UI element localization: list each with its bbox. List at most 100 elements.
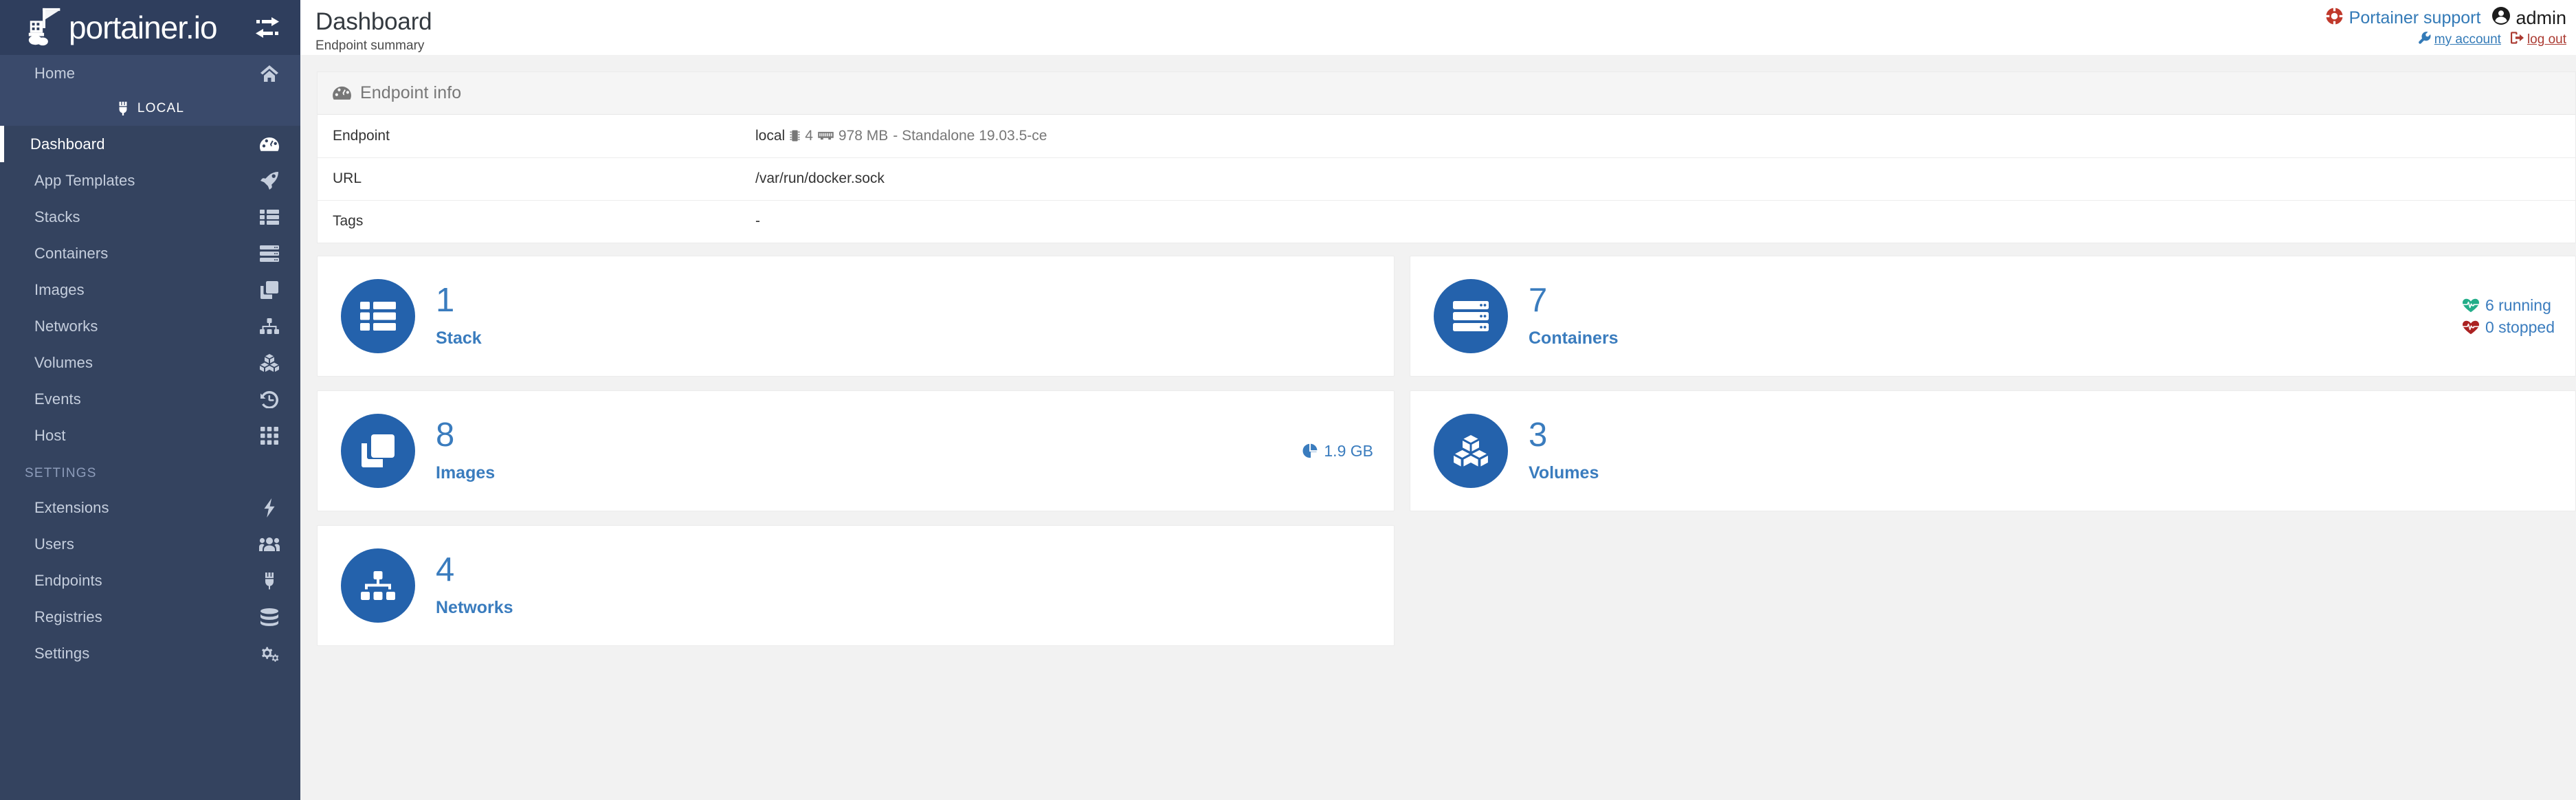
history-icon — [259, 390, 280, 409]
sidebar-item-dashboard[interactable]: Dashboard — [0, 126, 300, 162]
dashboard-icon — [259, 135, 280, 154]
clone-icon — [341, 414, 415, 488]
sidebar-item-stacks[interactable]: Stacks — [0, 199, 300, 235]
url-row-value: /var/run/docker.sock — [755, 170, 885, 186]
card-slot-empty — [1410, 518, 2576, 653]
my-account-link[interactable]: my account — [2418, 32, 2501, 48]
containers-running-label: 6 running — [2485, 296, 2551, 314]
containers-running-status: 6 running — [2462, 296, 2551, 315]
log-out-link[interactable]: log out — [2510, 32, 2566, 48]
stat-card-aside: 1.9 GB — [1302, 442, 1373, 460]
cards-column-right: 7 Containers 6 running 0 stopped 3 Volum… — [1410, 249, 2576, 653]
plug-icon — [116, 101, 130, 116]
sidebar-menu: Dashboard App Templates Stacks Container… — [0, 126, 300, 800]
top-bar-secondary-row: my account log out — [2418, 32, 2566, 48]
endpoint-row-key: Endpoint — [333, 127, 390, 144]
stat-card-containers[interactable]: 7 Containers 6 running 0 stopped — [1410, 256, 2576, 377]
sidebar-item-label: App Templates — [34, 171, 135, 189]
page-heading: Dashboard Endpoint summary — [315, 8, 432, 54]
cubes-icon — [1434, 414, 1508, 488]
brand-logo-link[interactable]: portainer.io — [25, 6, 247, 49]
sidebar-item-users[interactable]: Users — [0, 526, 300, 562]
stat-card-volumes[interactable]: 3 Volumes — [1410, 390, 2576, 511]
sidebar-item-networks[interactable]: Networks — [0, 308, 300, 344]
containers-stopped-status: 0 stopped — [2462, 318, 2555, 337]
top-bar-right: Portainer support admin my account log o… — [2326, 7, 2566, 48]
sidebar-item-app-templates[interactable]: App Templates — [0, 162, 300, 199]
endpoint-info-panel: Endpoint info Endpoint local 4 978 MB - … — [317, 71, 2576, 243]
stat-card-stack[interactable]: 1 Stack — [317, 256, 1395, 377]
stat-card-count: 7 — [1529, 282, 1548, 319]
user-circle-icon — [2492, 7, 2511, 30]
stat-card-label: Stack — [436, 329, 482, 348]
sidebar-item-events[interactable]: Events — [0, 381, 300, 417]
portainer-logo-icon — [25, 6, 67, 49]
stat-card-text: 4 Networks — [436, 553, 513, 618]
stat-card-networks[interactable]: 4 Networks — [317, 525, 1395, 646]
rocket-icon — [259, 171, 280, 190]
stat-card-images[interactable]: 8 Images 1.9 GB — [317, 390, 1395, 511]
cogs-icon — [259, 644, 280, 663]
database-icon — [259, 608, 280, 627]
endpoint-row-value: local 4 978 MB - Standalone 19.03.5-ce — [740, 115, 2575, 157]
pie-chart-icon — [1302, 443, 1318, 458]
sidebar-item-label: Settings — [34, 644, 90, 662]
plug-icon — [259, 571, 280, 590]
portainer-support-link[interactable]: Portainer support — [2326, 7, 2480, 30]
stat-card-text: 3 Volumes — [1529, 419, 1599, 483]
collapse-arrows-icon[interactable] — [254, 14, 281, 41]
stat-card-count: 4 — [436, 551, 455, 588]
dashboard-cards: 1 Stack 8 Images 1.9 GB 4 Networks 7 Con… — [317, 249, 2576, 653]
table-row: Tags - — [318, 200, 2575, 243]
sidebar-item-extensions[interactable]: Extensions — [0, 489, 300, 526]
images-total-size: 1.9 GB — [1302, 442, 1373, 460]
user-name: admin — [2516, 8, 2566, 28]
sidebar-item-label: Registries — [34, 608, 102, 625]
endpoint-info-title: Endpoint info — [360, 83, 462, 102]
page-title: Dashboard — [315, 8, 432, 35]
sidebar-item-host[interactable]: Host — [0, 417, 300, 454]
endpoint-name: local — [755, 127, 786, 144]
stat-card-text: 7 Containers — [1529, 284, 1619, 348]
clone-icon — [259, 280, 280, 300]
sidebar-home-section: Home LOCAL — [0, 55, 300, 126]
server-icon — [1434, 279, 1508, 353]
sidebar-brand: portainer.io — [0, 0, 300, 55]
heartbeat-icon — [2462, 320, 2479, 335]
stack-icon — [341, 279, 415, 353]
sidebar-item-label: Containers — [34, 244, 109, 262]
stat-card-label: Containers — [1529, 329, 1619, 348]
stat-card-label: Images — [436, 463, 496, 482]
top-bar: Dashboard Endpoint summary Portainer sup… — [300, 0, 2576, 55]
sidebar-item-label: Home — [34, 64, 76, 82]
sidebar-item-label: Stacks — [34, 208, 80, 225]
app-root: portainer.io Home LOCAL Dashboard App Te… — [0, 0, 2576, 800]
user-menu[interactable]: admin — [2492, 7, 2566, 30]
containers-stopped-label: 0 stopped — [2485, 318, 2555, 336]
stat-card-count: 1 — [436, 282, 455, 319]
endpoint-info-table: Endpoint local 4 978 MB - Standalone 19.… — [318, 115, 2575, 243]
memory-icon — [818, 131, 834, 141]
sidebar-item-registries[interactable]: Registries — [0, 599, 300, 635]
sidebar-local-badge: LOCAL — [0, 91, 300, 126]
card-slot: 8 Images 1.9 GB — [317, 384, 1410, 518]
card-slot: 4 Networks — [317, 518, 1410, 653]
bolt-icon — [259, 498, 280, 518]
table-row: URL /var/run/docker.sock — [318, 157, 2575, 200]
tachometer-icon — [333, 85, 351, 101]
card-empty-placeholder — [1410, 525, 2576, 646]
table-row: Endpoint local 4 978 MB - Standalone 19.… — [318, 115, 2575, 157]
sidebar-item-label: Endpoints — [34, 571, 102, 589]
sidebar-item-images[interactable]: Images — [0, 271, 300, 308]
sidebar-item-settings[interactable]: Settings — [0, 635, 300, 671]
sidebar-item-containers[interactable]: Containers — [0, 235, 300, 271]
stat-card-count: 8 — [436, 416, 455, 454]
card-slot: 1 Stack — [317, 249, 1410, 384]
sidebar-item-label: Extensions — [34, 498, 109, 516]
card-slot: 7 Containers 6 running 0 stopped — [1410, 249, 2576, 384]
list-icon — [259, 208, 280, 227]
sidebar-item-endpoints[interactable]: Endpoints — [0, 562, 300, 599]
sidebar-item-home[interactable]: Home — [0, 55, 300, 91]
sidebar-item-volumes[interactable]: Volumes — [0, 344, 300, 381]
stat-card-label: Networks — [436, 598, 513, 617]
